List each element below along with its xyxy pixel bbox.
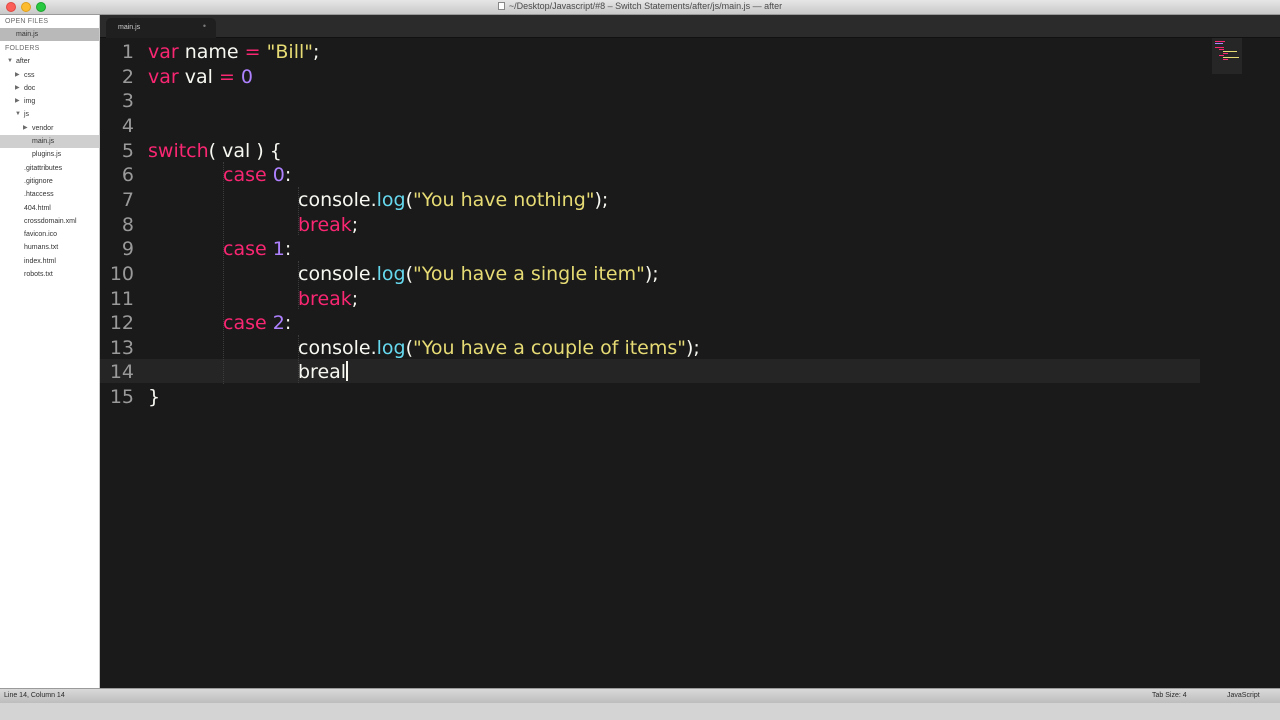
open-file-main-js[interactable]: main.js — [0, 28, 99, 42]
chevron-right-icon: ▶ — [23, 124, 28, 131]
code-line-15: } — [148, 386, 161, 408]
folder-css[interactable]: ▶ css — [0, 69, 99, 82]
code-line-9: case 1: — [223, 238, 292, 260]
folder-after[interactable]: ▼ after — [0, 55, 99, 68]
line-number: 14 — [109, 361, 134, 383]
line-number: 4 — [121, 115, 134, 137]
line-number: 12 — [109, 312, 134, 334]
line-number: 1 — [121, 41, 134, 63]
minimap-line — [1215, 47, 1224, 48]
file-plugins-js[interactable]: plugins.js — [0, 148, 99, 161]
document-icon — [497, 2, 505, 10]
code-line-14[interactable]: breal — [298, 360, 349, 384]
file-htaccess[interactable]: .htaccess — [0, 188, 99, 201]
line-number: 8 — [121, 214, 134, 236]
line-number: 3 — [121, 90, 134, 112]
file-humans-txt[interactable]: humans.txt — [0, 241, 99, 254]
folder-js[interactable]: ▼ js — [0, 108, 99, 121]
line-number: 15 — [109, 386, 134, 408]
folder-doc[interactable]: ▶ doc — [0, 82, 99, 95]
line-number: 2 — [121, 66, 134, 88]
line-number: 9 — [121, 238, 134, 260]
file-gitignore[interactable]: .gitignore — [0, 175, 99, 188]
file-index-html[interactable]: index.html — [0, 255, 99, 268]
code-line-13: console.log("You have a couple of items"… — [298, 337, 700, 359]
file-gitattributes[interactable]: .gitattributes — [0, 162, 99, 175]
folders-header: FOLDERS — [5, 45, 40, 53]
line-number: 5 — [121, 140, 134, 162]
syntax-selector[interactable]: JavaScript — [1227, 692, 1260, 699]
tab-size-selector[interactable]: Tab Size: 4 — [1152, 692, 1187, 699]
chevron-right-icon: ▶ — [15, 98, 20, 105]
minimap-line — [1219, 49, 1224, 50]
code-line-6: case 0: — [223, 164, 292, 186]
code-line-5: switch( val ) { — [148, 140, 282, 162]
line-number: 6 — [121, 164, 134, 186]
minimap-line — [1215, 41, 1225, 42]
code-line-1: var name = "Bill"; — [148, 41, 320, 63]
minimap-line — [1215, 43, 1223, 44]
minimap-line — [1223, 53, 1228, 54]
code-line-2: var val = 0 — [148, 66, 254, 88]
sidebar: OPEN FILES main.js FOLDERS ▼ after ▶ css… — [0, 15, 100, 688]
status-bar: Line 14, Column 14 Tab Size: 4 JavaScrip… — [0, 688, 1280, 703]
minimap-line — [1223, 57, 1239, 58]
chevron-right-icon: ▶ — [15, 71, 20, 78]
chevron-right-icon: ▶ — [15, 84, 20, 91]
line-number: 13 — [109, 337, 134, 359]
chevron-down-icon: ▼ — [7, 58, 13, 65]
folder-img[interactable]: ▶ img — [0, 95, 99, 108]
line-number: 11 — [109, 288, 134, 310]
cursor-position: Line 14, Column 14 — [4, 692, 65, 699]
line-number: 7 — [121, 189, 134, 211]
code-line-10: console.log("You have a single item"); — [298, 263, 659, 285]
file-robots-txt[interactable]: robots.txt — [0, 268, 99, 281]
indent-guide — [223, 162, 224, 384]
code-line-8: break; — [298, 214, 359, 236]
line-number: 10 — [109, 263, 134, 285]
open-files-header: OPEN FILES — [5, 18, 49, 25]
title-bar: ~/Desktop/Javascript/#8 – Switch Stateme… — [0, 0, 1280, 15]
file-main-js[interactable]: main.js — [0, 135, 99, 149]
window-title: ~/Desktop/Javascript/#8 – Switch Stateme… — [0, 1, 1280, 11]
text-cursor — [346, 361, 349, 381]
minimap-line — [1223, 59, 1228, 60]
tab-dirty-dot-icon[interactable]: • — [203, 21, 206, 31]
code-line-7: console.log("You have nothing"); — [298, 189, 609, 211]
folder-vendor[interactable]: ▶ vendor — [0, 122, 99, 135]
code-line-11: break; — [298, 288, 359, 310]
minimap-line — [1223, 51, 1237, 52]
tab-main-js[interactable]: main.js • — [106, 18, 216, 38]
bottom-strip — [0, 703, 1280, 720]
tab-bar: main.js • — [100, 15, 1280, 38]
minimap-line — [1219, 55, 1224, 56]
file-favicon-ico[interactable]: favicon.ico — [0, 228, 99, 241]
minimap[interactable] — [1212, 38, 1242, 74]
current-line-highlight — [100, 359, 1200, 383]
file-crossdomain-xml[interactable]: crossdomain.xml — [0, 215, 99, 228]
chevron-down-icon: ▼ — [15, 111, 21, 118]
code-editor[interactable]: 1 2 3 4 5 6 7 8 9 10 11 12 13 14 15 var … — [100, 38, 1280, 688]
file-404-html[interactable]: 404.html — [0, 202, 99, 215]
code-line-12: case 2: — [223, 312, 292, 334]
